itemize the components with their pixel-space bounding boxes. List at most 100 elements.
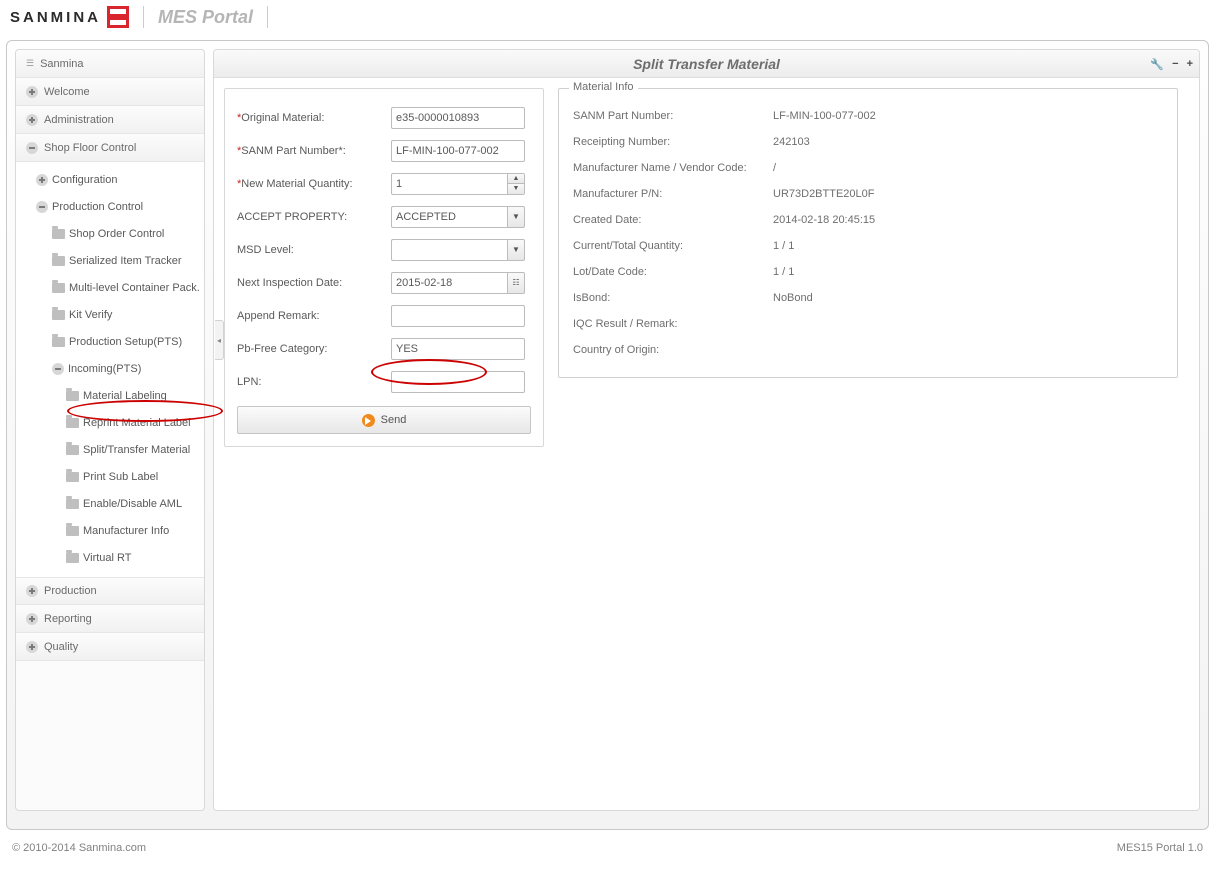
tree-item-label: Reprint Material Label: [83, 417, 191, 429]
sidebar-item-root[interactable]: Sanmina: [16, 50, 204, 78]
minus-icon: [36, 201, 48, 213]
tree-item-multi-level-container-pack[interactable]: Multi-level Container Pack.: [16, 274, 204, 301]
tree-item-incoming-pts[interactable]: Incoming(PTS): [16, 355, 204, 382]
info-value: 242103: [773, 136, 1163, 148]
maximize-icon[interactable]: +: [1187, 58, 1193, 70]
minus-icon: [52, 363, 64, 375]
input-msd-level[interactable]: [391, 239, 507, 261]
chevron-down-icon[interactable]: ▼: [507, 206, 525, 228]
tree-item-serialized-item-tracker[interactable]: Serialized Item Tracker: [16, 247, 204, 274]
tree-item-production-control[interactable]: Production Control: [16, 193, 204, 220]
tree-item-shop-order-control[interactable]: Shop Order Control: [16, 220, 204, 247]
tree-item-label: Material Labeling: [83, 390, 167, 402]
tree-item-label: Shop Order Control: [69, 228, 164, 240]
input-original-material[interactable]: [391, 107, 525, 129]
plus-icon: [36, 174, 48, 186]
wrench-icon[interactable]: 🔧: [1150, 58, 1164, 71]
sidebar-item-quality[interactable]: Quality: [16, 633, 204, 661]
folder-icon: [52, 229, 65, 239]
sidebar: Sanmina Welcome Administration Shop Floo…: [15, 49, 205, 811]
input-new-quantity[interactable]: [391, 173, 507, 195]
info-row: IsBond:NoBond: [573, 285, 1163, 311]
app-header: SANMINA MES Portal: [0, 0, 1215, 34]
panel-title: Split Transfer Material: [214, 56, 1199, 72]
spinner-up-icon[interactable]: ▲: [508, 174, 524, 185]
tree-item-virtual-rt[interactable]: Virtual RT: [16, 544, 204, 571]
divider: [143, 6, 144, 28]
sfc-tree: Configuration Production Control Shop Or…: [16, 162, 204, 577]
folder-icon: [52, 256, 65, 266]
info-value: /: [773, 162, 1163, 174]
footer: © 2010-2014 Sanmina.com MES15 Portal 1.0: [0, 836, 1215, 860]
folder-icon: [66, 445, 79, 455]
info-row: Current/Total Quantity:1 / 1: [573, 233, 1163, 259]
sidebar-item-label: Quality: [44, 641, 78, 653]
input-pb-free-category[interactable]: [391, 338, 525, 360]
sidebar-item-production[interactable]: Production: [16, 577, 204, 605]
plus-icon: [26, 641, 38, 653]
spinner-new-quantity[interactable]: ▲▼: [391, 173, 525, 195]
tree-item-label: Enable/Disable AML: [83, 498, 182, 510]
info-label: Current/Total Quantity:: [573, 240, 773, 252]
folder-icon: [52, 283, 65, 293]
label-lpn: LPN:: [237, 376, 391, 388]
folder-icon: [52, 337, 65, 347]
sidebar-collapse-handle[interactable]: ◂: [215, 320, 224, 360]
input-append-remark[interactable]: [391, 305, 525, 327]
tree-item-label: Kit Verify: [69, 309, 112, 321]
info-value: NoBond: [773, 292, 1163, 304]
folder-icon: [66, 418, 79, 428]
info-row: SANM Part Number:LF-MIN-100-077-002: [573, 103, 1163, 129]
info-value: 1 / 1: [773, 266, 1163, 278]
datepicker-next-inspection[interactable]: ☷: [391, 272, 525, 294]
sidebar-item-shop-floor-control[interactable]: Shop Floor Control: [16, 134, 204, 162]
input-accept-property[interactable]: [391, 206, 507, 228]
sidebar-item-label: Welcome: [44, 86, 90, 98]
info-row: Manufacturer Name / Vendor Code:/: [573, 155, 1163, 181]
material-info-panel: Material Info SANM Part Number:LF-MIN-10…: [558, 88, 1178, 378]
info-value: 2014-02-18 20:45:15: [773, 214, 1163, 226]
main-frame: Sanmina Welcome Administration Shop Floo…: [6, 40, 1209, 830]
sidebar-item-label: Shop Floor Control: [44, 142, 136, 154]
material-info-legend: Material Info: [569, 81, 638, 93]
send-button[interactable]: Send: [237, 406, 531, 434]
label-append-remark: Append Remark:: [237, 310, 391, 322]
input-lpn[interactable]: [391, 371, 525, 393]
folder-icon: [66, 472, 79, 482]
sidebar-item-administration[interactable]: Administration: [16, 106, 204, 134]
info-label: IQC Result / Remark:: [573, 318, 773, 330]
sidebar-item-welcome[interactable]: Welcome: [16, 78, 204, 106]
tree-item-reprint-material-label[interactable]: Reprint Material Label: [16, 409, 204, 436]
sidebar-item-label: Sanmina: [40, 58, 83, 70]
tree-item-print-sub-label[interactable]: Print Sub Label: [16, 463, 204, 490]
sidebar-item-reporting[interactable]: Reporting: [16, 605, 204, 633]
info-row: IQC Result / Remark:: [573, 311, 1163, 337]
tree-item-production-setup-pts[interactable]: Production Setup(PTS): [16, 328, 204, 355]
tree-item-label: Production Setup(PTS): [69, 336, 182, 348]
select-msd-level[interactable]: ▼: [391, 239, 525, 261]
tree-item-kit-verify[interactable]: Kit Verify: [16, 301, 204, 328]
label-next-inspection-date: Next Inspection Date:: [237, 277, 391, 289]
calendar-icon[interactable]: ☷: [507, 272, 525, 294]
chevron-down-icon[interactable]: ▼: [507, 239, 525, 261]
select-accept-property[interactable]: ▼: [391, 206, 525, 228]
tree-item-enable-disable-aml[interactable]: Enable/Disable AML: [16, 490, 204, 517]
tree-item-material-labeling[interactable]: Material Labeling: [16, 382, 204, 409]
input-sanm-part-number[interactable]: [391, 140, 525, 162]
send-icon: [362, 414, 375, 427]
footer-copyright: © 2010-2014 Sanmina.com: [12, 842, 146, 854]
minimize-icon[interactable]: −: [1172, 58, 1178, 70]
tree-item-split-transfer-material[interactable]: Split/Transfer Material: [16, 436, 204, 463]
sidebar-item-label: Administration: [44, 114, 114, 126]
spinner-down-icon[interactable]: ▼: [508, 184, 524, 194]
input-next-inspection[interactable]: [391, 272, 507, 294]
tree-item-configuration[interactable]: Configuration: [16, 166, 204, 193]
label-pb-free-category: Pb-Free Category:: [237, 343, 391, 355]
info-row: Receipting Number:242103: [573, 129, 1163, 155]
tree-item-manufacturer-info[interactable]: Manufacturer Info: [16, 517, 204, 544]
folder-icon: [66, 391, 79, 401]
plus-icon: [26, 613, 38, 625]
tree-item-label: Virtual RT: [83, 552, 132, 564]
sidebar-item-label: Reporting: [44, 613, 92, 625]
send-button-label: Send: [381, 414, 407, 426]
